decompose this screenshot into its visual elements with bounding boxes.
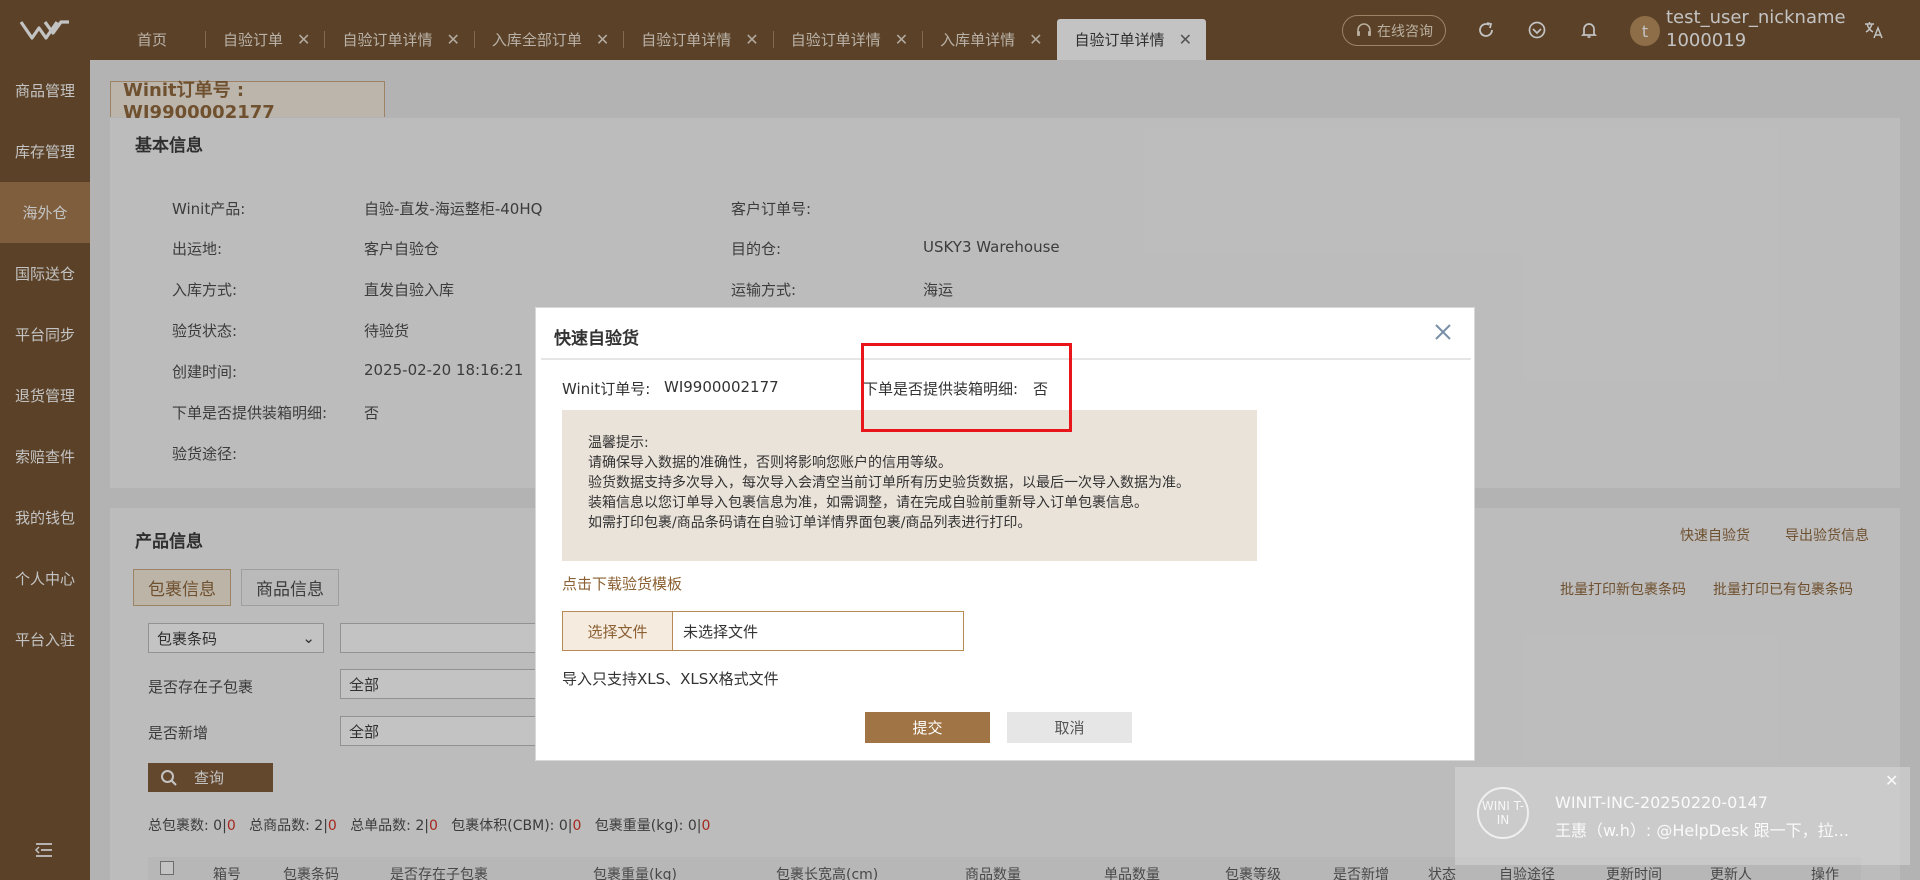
chat-message: 王惠（w.h）: @HelpDesk 跟一下，拉... [1555,821,1849,840]
tip-line: 如需打印包裹/商品条码请在自验订单详情界面包裹/商品列表进行打印。 [588,515,1032,531]
modal-order-label: Winit订单号: [562,380,651,398]
chat-avatar: WINI T-IN [1477,787,1529,839]
modal-order-value: WI9900002177 [664,378,779,396]
highlight-box [861,343,1072,432]
tip-line: 验货数据支持多次导入，每次导入会清空当前订单所有历史验货数据，以最后一次导入数据… [588,475,1190,491]
tip-line: 装箱信息以您订单导入包裹信息为准，如需调整，请在完成自验前重新导入订单包裹信息。 [588,495,1148,511]
close-icon[interactable]: ✕ [1885,771,1898,790]
tips-box: 温馨提示: 请确保导入数据的准确性，否则将影响您账户的信用等级。 验货数据支持多… [562,410,1257,561]
submit-button[interactable]: 提交 [865,712,990,743]
chat-title: WINIT-INC-20250220-0147 [1555,793,1768,812]
choose-file-button[interactable]: 选择文件 [563,612,673,650]
download-template-link[interactable]: 点击下载验货模板 [562,573,682,594]
chat-notification[interactable]: WINI T-IN WINIT-INC-20250220-0147 王惠（w.h… [1455,767,1910,865]
tip-line: 请确保导入数据的准确性，否则将影响您账户的信用等级。 [588,455,952,471]
modal-title: 快速自验货 [554,329,639,349]
close-icon[interactable] [1431,320,1455,344]
tip-line: 温馨提示: [588,435,649,451]
format-note: 导入只支持XLS、XLSX格式文件 [562,670,779,688]
file-name-text: 未选择文件 [683,622,759,641]
cancel-button[interactable]: 取消 [1007,712,1132,743]
file-upload-field[interactable]: 选择文件 未选择文件 [562,611,964,651]
